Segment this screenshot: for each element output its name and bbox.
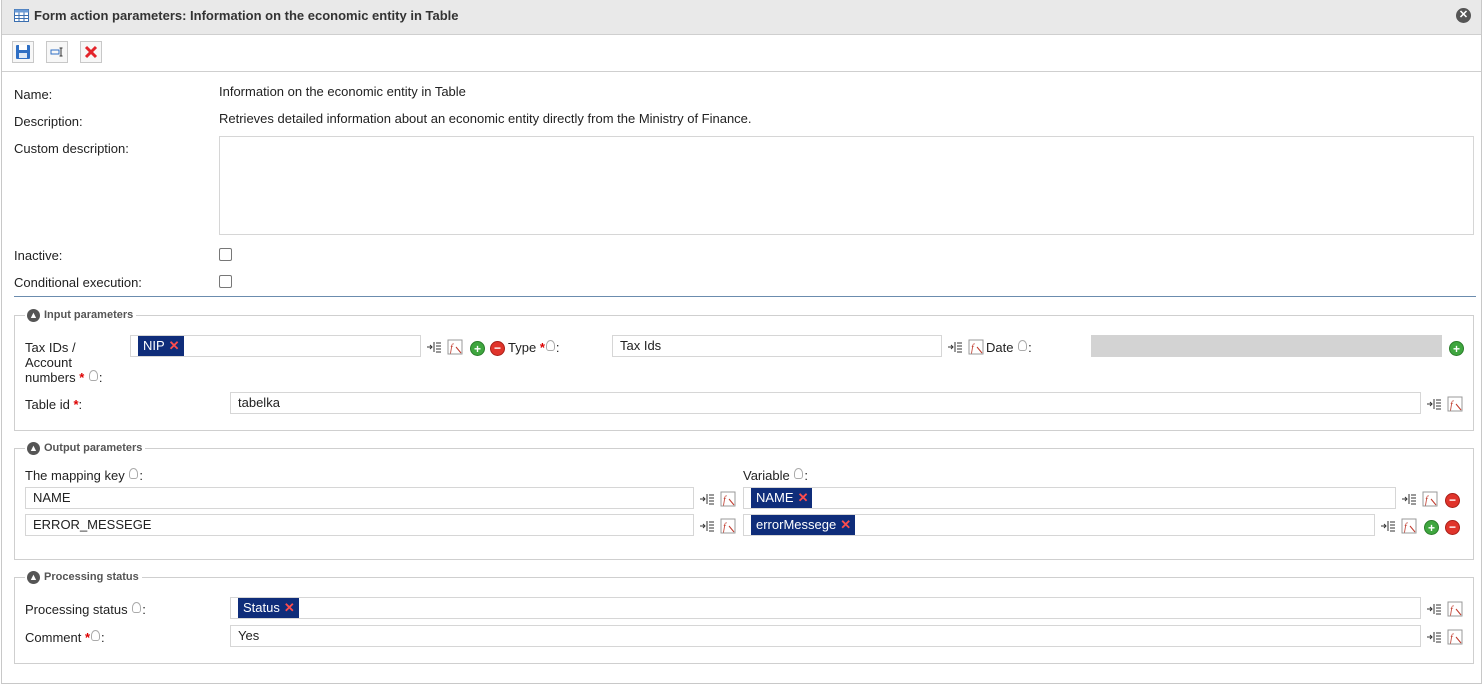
function-icon[interactable]: f xyxy=(447,339,463,355)
description-label: Description: xyxy=(14,114,83,129)
add-row-icon[interactable]: + xyxy=(470,341,485,356)
collapse-icon[interactable]: ▲ xyxy=(27,308,40,322)
collapse-icon[interactable]: ▲ xyxy=(27,570,40,584)
function-icon[interactable]: f xyxy=(1447,396,1463,412)
add-date-icon[interactable]: + xyxy=(1449,341,1464,356)
hint-bulb-icon xyxy=(1018,340,1028,351)
function-icon[interactable]: f xyxy=(720,518,736,534)
insert-variable-icon[interactable] xyxy=(699,491,715,507)
name-value: Information on the economic entity in Ta… xyxy=(219,84,466,99)
custom-description-textarea[interactable] xyxy=(219,136,1474,235)
table-id-input[interactable]: tabelka xyxy=(230,392,1421,414)
insert-variable-icon[interactable] xyxy=(426,339,442,355)
function-icon[interactable]: f xyxy=(720,491,736,507)
mapping-key-input[interactable]: ERROR_MESSEGE xyxy=(25,514,694,536)
delete-button[interactable] xyxy=(80,41,102,63)
remove-tag-icon[interactable]: ✕ xyxy=(798,490,809,505)
insert-variable-icon[interactable] xyxy=(1426,629,1442,645)
remove-row-icon[interactable]: − xyxy=(490,341,505,356)
conditional-execution-label: Conditional execution: xyxy=(14,275,142,290)
table-icon xyxy=(14,9,29,22)
required-marker: * xyxy=(79,370,85,385)
insert-variable-icon[interactable] xyxy=(1380,518,1396,534)
hint-bulb-icon xyxy=(794,468,804,479)
variable-input[interactable]: NAME ✕ xyxy=(743,487,1396,509)
type-label: Type *: xyxy=(508,340,560,355)
function-icon[interactable]: f xyxy=(1401,518,1417,534)
insert-variable-icon[interactable] xyxy=(699,518,715,534)
tax-ids-tag: NIP ✕ xyxy=(138,336,184,356)
function-icon[interactable]: f xyxy=(968,339,984,355)
hint-bulb-icon xyxy=(91,630,101,641)
conditional-execution-checkbox[interactable] xyxy=(219,275,232,288)
comment-label: Comment *: xyxy=(25,630,105,645)
description-value: Retrieves detailed information about an … xyxy=(219,111,752,126)
hint-bulb-icon xyxy=(545,340,555,351)
save-button[interactable] xyxy=(12,41,34,63)
date-label: Date : xyxy=(986,340,1032,355)
tax-ids-input[interactable]: NIP ✕ xyxy=(130,335,421,357)
status-tag: Status ✕ xyxy=(238,598,299,618)
hint-bulb-icon xyxy=(132,602,142,613)
processing-status-label: Processing status : xyxy=(25,602,146,617)
insert-variable-icon[interactable] xyxy=(1426,601,1442,617)
insert-variable-icon[interactable] xyxy=(947,339,963,355)
inactive-checkbox[interactable] xyxy=(219,248,232,261)
remove-row-icon[interactable]: − xyxy=(1445,493,1460,508)
variable-input[interactable]: errorMessege ✕ xyxy=(743,514,1375,536)
comment-input[interactable]: Yes xyxy=(230,625,1421,647)
delete-icon xyxy=(84,45,98,59)
processing-status-section: ▲ Processing status xyxy=(14,570,1474,664)
close-icon[interactable]: ✕ xyxy=(1456,8,1471,23)
collapse-icon[interactable]: ▲ xyxy=(27,441,40,455)
rename-field-button[interactable] xyxy=(46,41,68,63)
date-input[interactable] xyxy=(1091,335,1442,357)
inactive-label: Inactive: xyxy=(14,248,63,263)
type-input[interactable]: Tax Ids xyxy=(612,335,942,357)
processing-status-input[interactable]: Status ✕ xyxy=(230,597,1421,619)
rename-field-icon xyxy=(50,47,63,57)
mapping-key-label: The mapping key : xyxy=(25,468,143,483)
section-divider xyxy=(14,296,1476,297)
dialog-window: Form action parameters: Information on t… xyxy=(1,0,1482,684)
processing-status-legend[interactable]: ▲ Processing status xyxy=(25,570,142,586)
name-label: Name: xyxy=(14,87,53,102)
insert-variable-icon[interactable] xyxy=(1426,396,1442,412)
function-icon[interactable]: f xyxy=(1422,491,1438,507)
function-icon[interactable]: f xyxy=(1447,629,1463,645)
hint-bulb-icon xyxy=(129,468,139,479)
toolbar xyxy=(2,35,1481,72)
variable-tag: NAME ✕ xyxy=(751,488,813,508)
function-icon[interactable]: f xyxy=(1447,601,1463,617)
mapping-key-input[interactable]: NAME xyxy=(25,487,694,509)
add-row-icon[interactable]: + xyxy=(1424,520,1439,535)
dialog-title: Form action parameters: Information on t… xyxy=(34,8,459,23)
save-icon xyxy=(16,45,30,59)
remove-tag-icon[interactable]: ✕ xyxy=(840,517,851,532)
remove-tag-icon[interactable]: ✕ xyxy=(169,338,180,353)
remove-row-icon[interactable]: − xyxy=(1445,520,1460,535)
remove-tag-icon[interactable]: ✕ xyxy=(284,600,295,615)
output-parameters-legend[interactable]: ▲ Output parameters xyxy=(25,441,146,457)
table-id-label: Table id *: xyxy=(25,397,83,412)
variable-label: Variable : xyxy=(743,468,808,483)
dialog-titlebar: Form action parameters: Information on t… xyxy=(2,0,1481,35)
input-parameters-legend[interactable]: ▲ Input parameters xyxy=(25,308,137,324)
custom-description-label: Custom description: xyxy=(14,141,129,156)
tax-ids-label: Tax IDs / Account numbers * : xyxy=(25,340,103,385)
hint-bulb-icon xyxy=(88,370,98,381)
variable-tag: errorMessege ✕ xyxy=(751,515,856,535)
insert-variable-icon[interactable] xyxy=(1401,491,1417,507)
